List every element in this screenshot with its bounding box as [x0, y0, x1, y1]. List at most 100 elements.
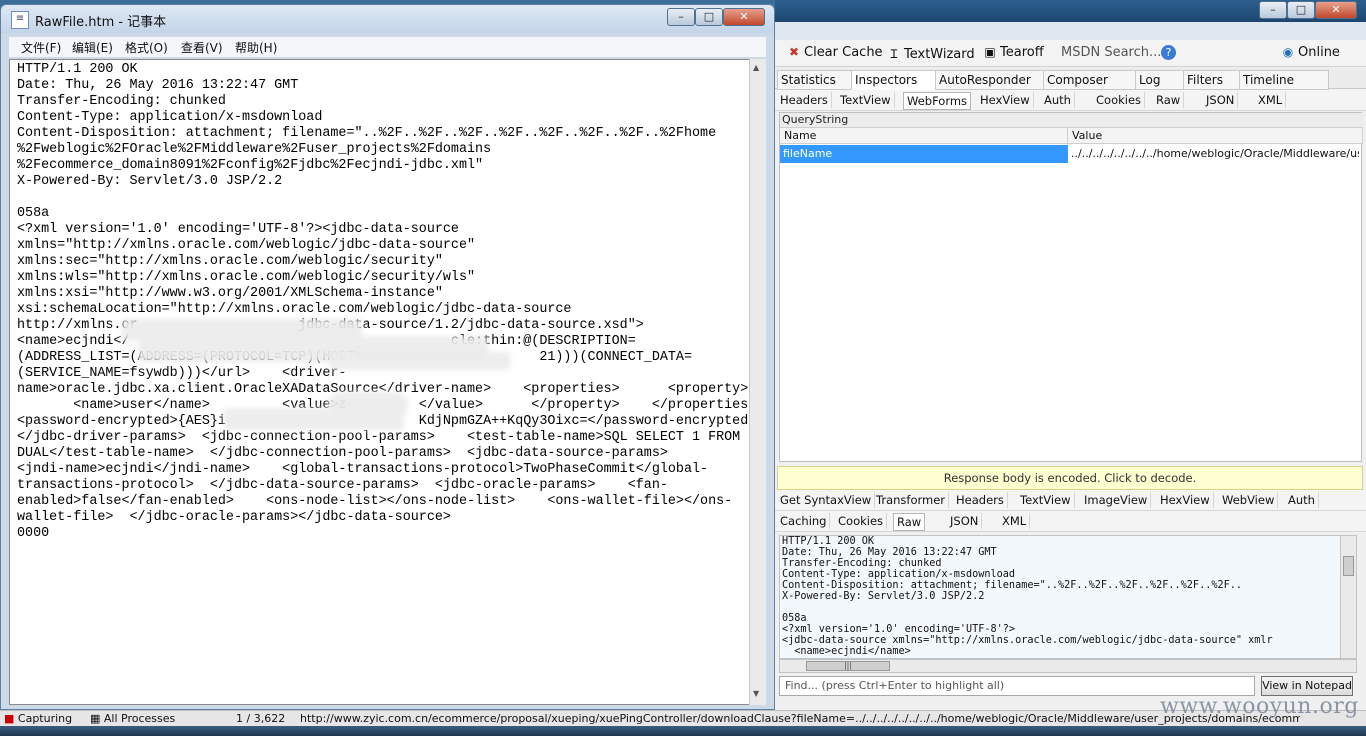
tab-filters[interactable]: Filters	[1183, 70, 1245, 90]
status-url: http://www.zyic.com.cn/ecommerce/proposa…	[300, 712, 1300, 725]
raw-vertical-scrollbar[interactable]	[1340, 535, 1357, 659]
window-title: RawFile.htm - 记事本	[35, 15, 167, 30]
tab-label: AutoResponder	[939, 73, 1031, 87]
tab-label: Filters	[1187, 73, 1223, 87]
fiddler-window: – □ ✕ ✖ Clear Cache Ɪ TextWizard ▣ Tearoff …	[775, 0, 1366, 710]
resp-tab-auth[interactable]: Auth	[1285, 492, 1319, 508]
tearoff-icon: ▣	[984, 45, 996, 59]
resp-tab-json[interactable]: JSON	[947, 513, 983, 529]
req-tab-headers[interactable]: Headers	[777, 92, 832, 108]
processes-icon: ▦	[90, 712, 101, 725]
req-tab-cookies[interactable]: Cookies	[1093, 92, 1146, 108]
minimize-button[interactable]: –	[1259, 1, 1287, 19]
menu-format[interactable]: 格式(O)	[125, 39, 168, 56]
tab-label: Statistics	[781, 73, 836, 87]
textwizard-label: TextWizard	[904, 47, 975, 62]
capture-icon: ■	[4, 712, 15, 725]
notepad-vertical-scrollbar[interactable]: ▲ ▼	[749, 59, 766, 705]
decode-banner[interactable]: Response body is encoded. Click to decod…	[777, 466, 1363, 490]
capture-status[interactable]: ■ Capturing	[4, 711, 72, 726]
fiddler-menubar	[775, 22, 1366, 40]
notepad-minimize-button[interactable]: –	[667, 8, 695, 26]
fiddler-titlebar: – □ ✕	[775, 0, 1366, 22]
process-filter[interactable]: ▦ All Processes	[90, 711, 175, 726]
menu-help[interactable]: 帮助(H)	[235, 39, 277, 56]
help-icon[interactable]: ?	[1161, 45, 1176, 60]
tab-timeline[interactable]: Timeline	[1239, 70, 1329, 90]
resp-tab-imageview[interactable]: ImageView	[1081, 492, 1152, 508]
document-text: HTTP/1.1 200 OK Date: Thu, 26 May 2016 1…	[17, 62, 757, 541]
raw-horizontal-scrollbar[interactable]: |||	[779, 659, 1357, 673]
tab-statistics[interactable]: Statistics	[777, 70, 857, 90]
name-column-header[interactable]: Name	[780, 128, 1068, 144]
menu-view[interactable]: 查看(V)	[181, 39, 223, 56]
querystring-name-cell[interactable]: fileName	[780, 145, 1068, 163]
capture-label: Capturing	[17, 712, 73, 725]
tab-composer[interactable]: Composer	[1043, 70, 1141, 90]
redaction-blur	[330, 352, 510, 370]
resp-tab-hexview[interactable]: HexView	[1157, 492, 1214, 508]
querystring-title: QueryString	[780, 113, 1363, 128]
scroll-up-icon[interactable]: ▲	[753, 63, 759, 72]
clear-cache-label: Clear Cache	[804, 45, 883, 60]
session-count: 1 / 3,622	[236, 712, 286, 725]
value-column-header[interactable]: Value	[1068, 128, 1363, 144]
req-tab-json[interactable]: JSON	[1203, 92, 1239, 108]
resp-tab-syntaxview[interactable]: Get SyntaxView	[777, 492, 876, 508]
tab-label: Composer	[1047, 73, 1108, 87]
tab-autoresponder[interactable]: AutoResponder	[935, 70, 1049, 90]
redaction-blur	[224, 408, 404, 430]
querystring-value-cell[interactable]: ../../../../../../../../home/weblogic/Or…	[1068, 145, 1359, 163]
response-inspector-tabs-row1: Get SyntaxView Transformer Headers TextV…	[775, 490, 1366, 511]
notepad-titlebar[interactable]: ≡ RawFile.htm - 记事本 – □ ✕	[1, 5, 774, 33]
raw-scroll-thumb[interactable]	[1343, 556, 1354, 576]
req-tab-textview[interactable]: TextView	[837, 92, 895, 108]
tearoff-button[interactable]: ▣ Tearoff	[983, 45, 1044, 60]
processes-label: All Processes	[103, 712, 176, 725]
menu-edit[interactable]: 编辑(E)	[72, 39, 113, 56]
req-tab-raw[interactable]: Raw	[1153, 92, 1185, 108]
raw-hscroll-thumb[interactable]: |||	[806, 661, 890, 671]
notepad-close-button[interactable]: ✕	[723, 8, 765, 26]
resp-tab-headers[interactable]: Headers	[953, 492, 1008, 508]
tearoff-label: Tearoff	[1000, 45, 1044, 60]
req-tab-hexview[interactable]: HexView	[977, 92, 1034, 108]
textwizard-button[interactable]: Ɪ TextWizard	[887, 45, 975, 62]
close-button[interactable]: ✕	[1315, 1, 1357, 19]
tab-inspectors[interactable]: Inspectors	[851, 70, 941, 90]
resp-tab-transformer[interactable]: Transformer	[873, 492, 950, 508]
tab-label: Inspectors	[855, 73, 918, 87]
resp-tab-raw[interactable]: Raw	[893, 513, 926, 531]
find-input[interactable]: Find... (press Ctrl+Enter to highlight a…	[779, 676, 1255, 696]
notepad-maximize-button[interactable]: □	[695, 8, 723, 26]
online-indicator[interactable]: ◉ Online	[1281, 45, 1340, 60]
watermark: www.wooyun.org	[1160, 694, 1359, 719]
menu-file[interactable]: 文件(F)	[21, 39, 61, 56]
resp-tab-cookies[interactable]: Cookies	[835, 513, 888, 529]
view-in-notepad-button[interactable]: View in Notepad	[1261, 676, 1353, 696]
tab-label: Timeline	[1243, 73, 1295, 87]
notepad-text-area[interactable]: HTTP/1.1 200 OK Date: Thu, 26 May 2016 1…	[9, 59, 766, 705]
req-tab-webforms[interactable]: WebForms	[903, 92, 972, 110]
notepad-menubar: 文件(F) 编辑(E) 格式(O) 查看(V) 帮助(H)	[9, 37, 766, 57]
scroll-down-icon[interactable]: ▼	[753, 689, 759, 698]
notepad-window: ≡ RawFile.htm - 记事本 – □ ✕ 文件(F) 编辑(E) 格式…	[0, 4, 775, 710]
resp-tab-caching[interactable]: Caching	[777, 513, 831, 529]
windows-taskbar	[0, 726, 1366, 736]
notepad-icon: ≡	[11, 11, 29, 29]
tab-log[interactable]: Log	[1135, 70, 1189, 90]
response-inspector-tabs-row2: Caching Cookies Raw JSON XML	[775, 511, 1366, 532]
fiddler-main-tabs: Statistics Inspectors AutoResponder Comp…	[775, 68, 1366, 90]
req-tab-xml[interactable]: XML	[1255, 92, 1287, 108]
msdn-search-box[interactable]: MSDN Search...	[1061, 45, 1161, 60]
req-tab-auth[interactable]: Auth	[1041, 92, 1075, 108]
resp-tab-xml[interactable]: XML	[999, 513, 1031, 529]
msdn-search-label: MSDN Search...	[1061, 45, 1162, 60]
request-inspector-tabs: Headers TextView WebForms HexView Auth C…	[775, 90, 1366, 111]
maximize-button[interactable]: □	[1287, 1, 1315, 19]
response-raw-view[interactable]: HTTP/1.1 200 OK Date: Thu, 26 May 2016 1…	[779, 535, 1348, 659]
resp-tab-textview[interactable]: TextView	[1017, 492, 1075, 508]
clear-cache-button[interactable]: ✖ Clear Cache	[787, 45, 883, 60]
clear-cache-icon: ✖	[788, 45, 800, 59]
resp-tab-webview[interactable]: WebView	[1219, 492, 1279, 508]
